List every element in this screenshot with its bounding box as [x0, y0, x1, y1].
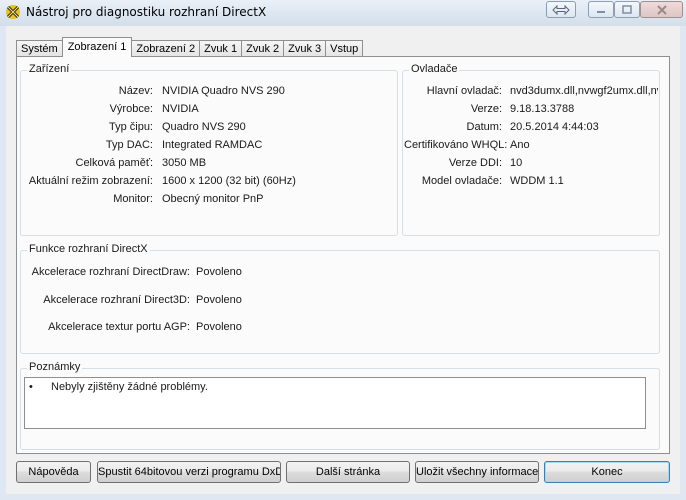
notes-textbox[interactable]: • Nebyly zjištěny žádné problémy. — [24, 377, 646, 429]
tab-sound-2[interactable]: Zvuk 2 — [241, 40, 285, 57]
driver-label: Certifikováno WHQL: — [404, 139, 508, 151]
driver-value: WDDM 1.1 — [510, 175, 564, 187]
device-value: Obecný monitor PnP — [162, 193, 264, 205]
tab-sound-1[interactable]: Zvuk 1 — [199, 40, 243, 57]
tab-sound-3[interactable]: Zvuk 3 — [283, 40, 327, 57]
driver-label: Verze: — [470, 103, 502, 115]
device-label: Aktuální režim zobrazení: — [28, 175, 153, 187]
save-all-info-button[interactable]: Uložit všechny informace... — [415, 461, 539, 483]
tab-display-1[interactable]: Zobrazení 1 — [61, 37, 133, 57]
maximize-icon[interactable] — [614, 1, 640, 18]
dialog-client-area: Systém Zobrazení 1 Zobrazení 2 Zvuk 1 Zv… — [6, 26, 680, 494]
feature-value: Povoleno — [196, 294, 242, 306]
help-button[interactable]: Nápověda — [16, 461, 91, 483]
notes-group-title: Poznámky — [27, 361, 83, 373]
feature-value: Povoleno — [196, 266, 242, 278]
close-icon[interactable] — [640, 1, 683, 18]
driver-value: nvd3dumx.dll,nvwgf2umx.dll,nv — [510, 85, 658, 97]
driver-value: 10 — [510, 157, 523, 169]
tab-display-2[interactable]: Zobrazení 2 — [131, 40, 201, 57]
device-label: Celková paměť: — [75, 157, 154, 169]
driver-value: 20.5.2014 4:44:03 — [510, 121, 599, 133]
device-value: Quadro NVS 290 — [162, 121, 246, 133]
run-64bit-dxdiag-button[interactable]: Spustit 64bitovou verzi programu DxDiag — [97, 461, 281, 483]
device-value: NVIDIA Quadro NVS 290 — [162, 85, 285, 97]
device-label: Výrobce: — [109, 103, 153, 115]
device-label: Název: — [118, 85, 153, 97]
driver-label: Datum: — [466, 121, 502, 133]
feature-label: Akcelerace rozhraní DirectDraw: — [31, 266, 190, 278]
device-group-title: Zařízení — [27, 63, 72, 75]
title-bar: Nástroj pro diagnostiku rozhraní DirectX — [0, 0, 686, 26]
driver-label: Model ovladače: — [421, 175, 502, 187]
directx-icon — [6, 5, 20, 19]
exit-button[interactable]: Konec — [544, 461, 670, 483]
device-label: Monitor: — [113, 193, 153, 205]
double-arrow-icon[interactable] — [546, 1, 576, 18]
feature-value: Povoleno — [196, 321, 242, 333]
minimize-icon[interactable] — [588, 1, 614, 18]
driver-group-title: Ovladače — [409, 63, 460, 75]
device-value: NVIDIA — [162, 103, 199, 115]
driver-label: Verze DDI: — [448, 157, 502, 169]
device-value: Integrated RAMDAC — [162, 139, 263, 151]
driver-label: Hlavní ovladač: — [426, 85, 502, 97]
feature-label: Akcelerace textur portu AGP: — [48, 321, 190, 333]
device-value: 3050 MB — [162, 157, 207, 169]
tab-system[interactable]: Systém — [16, 40, 63, 57]
note-bullet: • — [29, 381, 33, 393]
window-title: Nástroj pro diagnostiku rozhraní DirectX — [26, 5, 267, 19]
device-label: Typ DAC: — [105, 139, 153, 151]
directx-features-title: Funkce rozhraní DirectX — [27, 243, 150, 255]
driver-value: 9.18.13.3788 — [510, 103, 575, 115]
tab-input[interactable]: Vstup — [325, 40, 364, 57]
device-label: Typ čipu: — [108, 121, 153, 133]
device-value: 1600 x 1200 (32 bit) (60Hz) — [162, 175, 296, 187]
feature-label: Akcelerace rozhraní Direct3D: — [43, 294, 190, 306]
driver-value: Ano — [510, 139, 530, 151]
next-page-button[interactable]: Další stránka — [286, 461, 410, 483]
tab-strip: Systém Zobrazení 1 Zobrazení 2 Zvuk 1 Zv… — [16, 37, 364, 57]
note-text: Nebyly zjištěny žádné problémy. — [51, 381, 208, 393]
